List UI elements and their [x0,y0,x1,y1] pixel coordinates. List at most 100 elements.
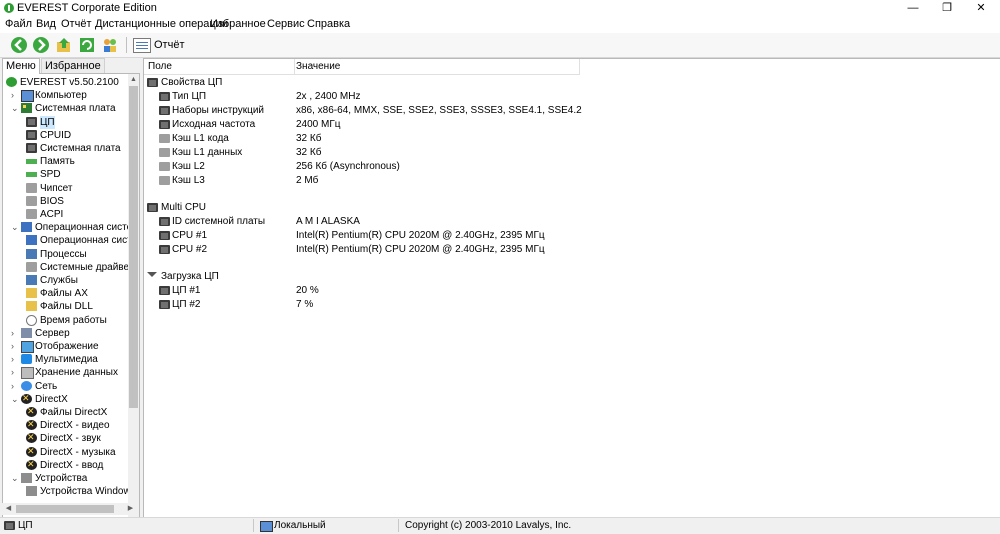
menu-remote-operations[interactable]: Дистанционные операции [95,18,228,30]
table-row[interactable]: Исходная частота 2400 МГц [159,118,989,132]
cache-icon [159,176,170,185]
tree-horizontal-scrollbar[interactable]: ◀ ▶ [2,503,138,515]
table-row[interactable]: ЦП #1 20 % [159,284,989,298]
table-row[interactable]: Тип ЦП 2x , 2400 MHz [159,90,989,104]
cpu-icon [4,521,15,530]
cpu-icon [159,231,170,240]
forward-arrow-icon[interactable] [32,36,50,54]
directx-icon [26,431,37,444]
tab-favorites[interactable]: Избранное [41,58,105,74]
maximize-button[interactable]: ❐ [932,0,962,16]
scroll-right-icon[interactable]: ▶ [126,504,135,514]
scroll-up-icon[interactable]: ▲ [129,75,138,85]
ram-icon [26,159,37,165]
driver-icon [26,261,37,272]
tab-menu[interactable]: Меню [2,58,40,74]
chip-icon [26,143,37,153]
tree-item-label: Операционная система [40,235,140,247]
acpi-icon [26,209,37,219]
scroll-thumb[interactable] [129,86,138,408]
refresh-icon[interactable] [78,36,96,54]
left-panel: Меню Избранное Устройства Windows ⌄ Устрой… [0,58,140,519]
menu-file[interactable]: Файл [5,18,32,30]
menu-help[interactable]: Справка [307,18,350,30]
collapse-chevron-icon[interactable]: ⌄ [11,393,19,406]
users-icon[interactable] [101,36,119,54]
table-row[interactable]: Кэш L1 кода 32 Кб [159,132,989,146]
table-row[interactable]: ID системной платы A M I ALASKA [159,215,989,229]
field-name: Исходная частота [172,119,256,130]
scroll-left-icon[interactable]: ◀ [4,504,13,514]
expand-chevron-icon[interactable]: › [11,353,19,366]
field-name: Кэш L1 данных [172,147,243,158]
storage-icon [21,367,34,380]
tree-item-label: DirectX - музыка [40,446,116,458]
process-icon [26,248,37,259]
collapse-chevron-icon[interactable]: ⌄ [11,221,19,234]
field-name: Наборы инструкций [172,105,265,116]
tree-item-label: BIOS [40,195,64,207]
field-value: 2 Мб [296,175,319,186]
report-icon [133,38,151,53]
tree-item-label: Операционная система [35,222,140,234]
table-row[interactable]: Кэш L2 256 Кб (Asynchronous) [159,160,989,174]
directx-icon [21,392,32,405]
table-row[interactable]: Кэш L3 2 Мб [159,174,989,188]
expand-chevron-icon[interactable]: › [11,89,19,102]
clock-icon [26,314,37,326]
tree-item-label: Сеть [35,380,58,392]
horizontal-scroll-thumb[interactable] [16,505,114,513]
directx-icon [26,445,37,458]
cpu-icon [147,203,158,212]
tree-vertical-scrollbar[interactable]: ▲ ▼ [128,74,139,518]
expand-chevron-icon[interactable]: › [11,340,19,353]
title-bar: EVEREST Corporate Edition — ❐ ✕ [0,0,1000,16]
field-value: 32 Кб [296,147,322,158]
status-copyright: Copyright (c) 2003-2010 Lavalys, Inc. [405,520,572,531]
field-name: CPU #1 [172,230,208,241]
up-folder-icon[interactable] [55,36,73,54]
expand-chevron-icon[interactable]: › [11,327,19,340]
menu-bar: Файл Вид Отчёт Дистанционные операции Из… [0,16,1000,33]
collapse-chevron-icon[interactable]: ⌄ [11,102,19,115]
expand-chevron-icon[interactable]: › [11,366,19,379]
tree-item-label: DirectX - ввод [40,459,104,471]
file-icon [26,301,37,312]
tree-item-label: Хранение данных [35,367,118,379]
cache-icon [159,134,170,143]
cpu-icon [159,245,170,254]
column-header-value[interactable]: Значение [294,59,580,75]
menu-favorites[interactable]: Избранное [210,18,266,30]
table-row[interactable]: CPU #2 Intel(R) Pentium(R) CPU 2020M @ 2.… [159,243,989,257]
field-value: Intel(R) Pentium(R) CPU 2020M @ 2.40GHz,… [296,244,545,255]
bios-icon [26,195,37,206]
cache-icon [159,162,170,171]
menu-report[interactable]: Отчёт [61,18,91,30]
collapse-chevron-icon[interactable]: ⌄ [11,472,19,485]
cpu-icon [147,78,158,87]
column-header-field[interactable]: Поле [144,59,295,75]
minimize-button[interactable]: — [898,0,928,16]
tree-item-label: Мультимедиа [35,354,98,366]
menu-view[interactable]: Вид [36,18,56,30]
tree-item-label: ACPI [40,209,64,220]
expand-chevron-icon[interactable]: › [11,380,19,393]
multimedia-icon [21,354,32,365]
menu-service[interactable]: Сервис [267,18,305,30]
table-row[interactable]: ЦП #2 7 % [159,298,989,312]
devices-icon [21,473,32,483]
field-value: x86, x86-64, MMX, SSE, SSE2, SSE3, SSSE3… [296,105,582,116]
table-row[interactable]: CPU #1 Intel(R) Pentium(R) CPU 2020M @ 2.… [159,229,989,243]
navigation-tree[interactable]: Устройства Windows ⌄ Устройства DirectX - в… [2,73,140,519]
os-icon [26,235,37,246]
section-title: Загрузка ЦП [161,271,219,282]
table-row[interactable]: Кэш L1 данных 32 Кб [159,146,989,160]
cpu-icon [26,116,37,127]
tree-item-label: Устройства Windows [40,486,136,498]
table-row[interactable]: Наборы инструкций x86, x86-64, MMX, SSE, … [159,104,989,118]
back-arrow-icon[interactable] [10,36,28,54]
field-name: Тип ЦП [172,91,207,102]
chipset-icon [26,182,37,193]
cpu-icon [159,286,170,295]
close-button[interactable]: ✕ [966,0,996,16]
